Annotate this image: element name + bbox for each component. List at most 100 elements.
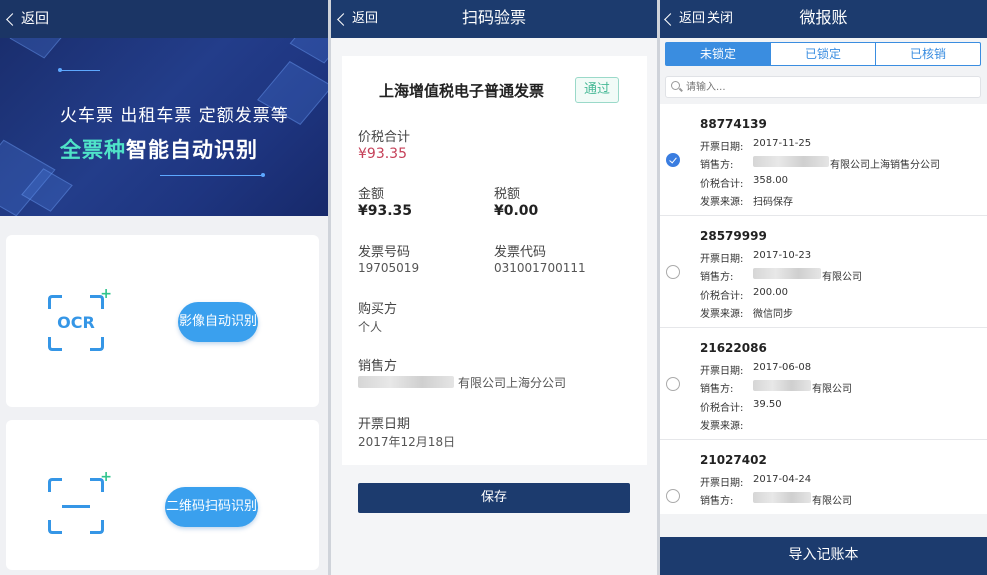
back-label: 返回 <box>21 11 49 27</box>
invoice-list: 88774139 开票日期: 2017-11-25 销售方: 有限公司上海销售分… <box>660 104 987 514</box>
select-radio[interactable] <box>666 489 680 503</box>
ocr-recognize-button[interactable]: 影像自动识别 <box>178 302 258 342</box>
decor-cube <box>9 38 71 59</box>
date-value: 2017-10-23 <box>753 250 812 261</box>
total-value: 200.00 <box>753 287 788 298</box>
page-title: 扫码验票 <box>461 8 526 27</box>
select-radio[interactable] <box>666 377 680 391</box>
tax-label: 税额 <box>494 187 521 202</box>
source-value: 扫码保存 <box>753 197 793 208</box>
seller-value: 有限公司 <box>812 496 852 507</box>
total-label: 价税合计 <box>358 130 411 145</box>
redacted-text <box>753 492 811 503</box>
seller-label: 销售方: <box>700 496 734 507</box>
total-value: 358.00 <box>753 175 788 186</box>
status-tabs: 未锁定 已锁定 已核销 <box>665 42 981 66</box>
buyer-value: 个人 <box>358 320 383 334</box>
decor-line <box>60 70 100 71</box>
seller-value: 有限公司 <box>812 384 852 395</box>
plus-icon: + <box>100 469 112 485</box>
select-radio[interactable] <box>666 265 680 279</box>
invoice-no-value: 19705019 <box>358 261 420 275</box>
total-label: 价税合计: <box>700 179 744 190</box>
decor-dot <box>261 173 265 177</box>
redacted-text <box>753 268 821 279</box>
page-title: 微报账 <box>799 8 848 27</box>
search-box <box>665 76 981 98</box>
tax-value: ¥0.00 <box>494 203 539 219</box>
source-label: 发票来源: <box>700 309 744 320</box>
source-label: 发票来源: <box>700 421 744 432</box>
search-input[interactable] <box>686 79 966 95</box>
plus-icon: + <box>100 286 112 302</box>
seller-label: 销售方 <box>358 359 398 374</box>
import-ledger-button[interactable]: 导入记账本 <box>660 537 987 575</box>
invoice-number: 21027402 <box>700 453 767 467</box>
total-label: 价税合计: <box>700 511 743 514</box>
date-label: 开票日期: <box>700 478 744 489</box>
seller-label: 销售方: <box>700 272 734 283</box>
expense-panel: 返回 关闭 微报账 未锁定 已锁定 已核销 88774139 开票日期: 201… <box>660 0 987 575</box>
ocr-panel: 返回 火车票 出租车票 定额发票等 全票种智能自动识别 OCR + 影像自动识别… <box>0 0 328 575</box>
seller-label: 销售方: <box>700 160 734 171</box>
qr-scan-button[interactable]: 二维码扫码识别 <box>165 487 258 527</box>
date-value: 2017年12月18日 <box>358 435 456 449</box>
list-item[interactable]: 21027402 开票日期: 2017-04-24 销售方: 有限公司 价税合计… <box>660 440 987 514</box>
decor-dot <box>58 68 62 72</box>
decor-line <box>160 175 263 176</box>
invoice-code-value: 031001700111 <box>494 261 586 275</box>
decor-cube <box>289 38 328 64</box>
redacted-text <box>753 156 829 167</box>
seller-value: 有限公司上海销售分公司 <box>830 160 940 171</box>
amount-label: 金额 <box>358 187 385 202</box>
tab-unlocked[interactable]: 未锁定 <box>666 43 771 65</box>
date-label: 开票日期: <box>700 254 744 265</box>
navbar: 返回 关闭 微报账 <box>660 0 987 38</box>
back-button[interactable]: 返回 <box>6 0 49 38</box>
save-button[interactable]: 保存 <box>358 483 630 513</box>
list-item[interactable]: 21622086 开票日期: 2017-06-08 销售方: 有限公司 价税合计… <box>660 328 987 440</box>
qr-card[interactable]: + 二维码扫码识别 <box>6 420 319 570</box>
select-radio[interactable] <box>666 153 680 167</box>
total-value: ¥93.35 <box>358 146 407 162</box>
source-label: 发票来源: <box>700 197 744 208</box>
total-label: 价税合计: <box>700 291 744 302</box>
chevron-left-icon <box>6 12 19 26</box>
tab-written-off[interactable]: 已核销 <box>876 43 980 65</box>
banner-title-rest: 智能自动识别 <box>126 138 258 162</box>
date-label: 开票日期 <box>358 417 411 432</box>
seller-label: 销售方: <box>700 384 734 395</box>
tab-locked[interactable]: 已锁定 <box>771 43 876 65</box>
redacted-text <box>753 380 811 391</box>
total-label: 价税合计: <box>700 403 744 414</box>
buyer-label: 购买方 <box>358 302 398 317</box>
invoice-code-label: 发票代码 <box>494 245 547 260</box>
seller-value: 有限公司上海分公司 <box>458 376 567 390</box>
list-item[interactable]: 88774139 开票日期: 2017-11-25 销售方: 有限公司上海销售分… <box>660 104 987 216</box>
ocr-icon-text: OCR <box>57 313 95 332</box>
navbar: 返回 <box>0 0 328 38</box>
qr-scan-icon: + <box>48 470 112 534</box>
invoice-number: 28579999 <box>700 229 767 243</box>
date-value: 2017-11-25 <box>753 138 812 149</box>
seller-value: 有限公司 <box>822 272 862 283</box>
banner-subtitle: 火车票 出租车票 定额发票等 <box>60 106 289 126</box>
search-icon <box>671 81 680 90</box>
invoice-title: 上海增值税电子普通发票 <box>379 82 545 100</box>
invoice-card: 上海增值税电子普通发票 通过 价税合计 ¥93.35 金额 ¥93.35 税额 … <box>342 56 647 465</box>
verify-panel: 返回 扫码验票 上海增值税电子普通发票 通过 价税合计 ¥93.35 金额 ¥9… <box>331 0 657 575</box>
date-value: 2017-06-08 <box>753 362 812 373</box>
date-label: 开票日期: <box>700 366 744 377</box>
banner-highlight: 全票种 <box>60 138 126 162</box>
ocr-icon: OCR + <box>48 287 112 351</box>
banner-title: 全票种智能自动识别 <box>60 134 258 164</box>
list-item[interactable]: 28579999 开票日期: 2017-10-23 销售方: 有限公司 价税合计… <box>660 216 987 328</box>
amount-value: ¥93.35 <box>358 203 413 219</box>
redacted-text <box>358 376 454 388</box>
ocr-card[interactable]: OCR + 影像自动识别 <box>6 235 319 407</box>
navbar: 返回 扫码验票 <box>331 0 657 38</box>
total-value: 39.50 <box>753 399 782 410</box>
source-value: 微信同步 <box>753 309 793 320</box>
date-label: 开票日期: <box>700 142 744 153</box>
invoice-number: 21622086 <box>700 341 767 355</box>
